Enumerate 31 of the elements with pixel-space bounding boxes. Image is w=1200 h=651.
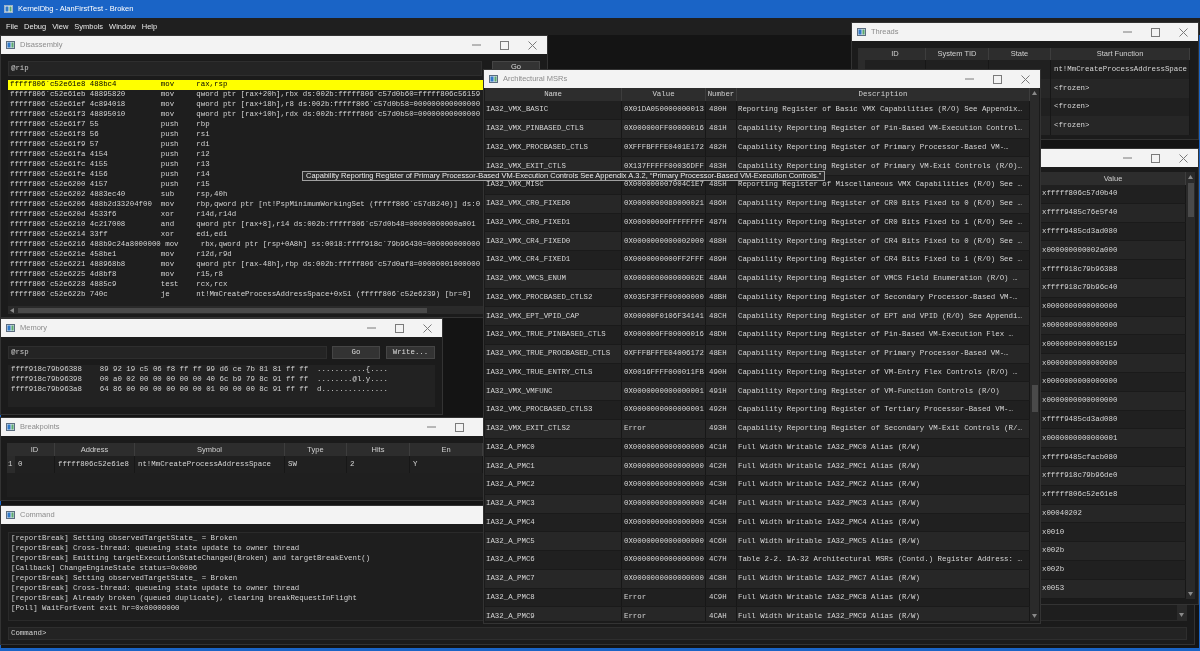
close-icon[interactable]: [1021, 74, 1030, 84]
window-icon: [6, 423, 15, 431]
maximize-icon[interactable]: [500, 40, 509, 50]
maximize-icon[interactable]: [455, 422, 464, 432]
scrollbar-thumb[interactable]: [18, 307, 427, 313]
scroll-down-icon[interactable]: [1032, 614, 1037, 618]
app-icon: [4, 5, 13, 13]
window-icon: [6, 324, 15, 332]
window-icon: [489, 75, 498, 83]
scroll-down-icon[interactable]: [1179, 613, 1184, 617]
scrollbar-thumb[interactable]: [1187, 183, 1194, 217]
maximize-icon[interactable]: [395, 323, 404, 333]
window-icon: [857, 28, 866, 36]
scroll-left-icon[interactable]: [10, 307, 14, 313]
vertical-scrollbar[interactable]: [1177, 605, 1186, 620]
scroll-down-icon[interactable]: [1188, 592, 1193, 596]
maximize-icon[interactable]: [1151, 153, 1160, 163]
close-icon[interactable]: [1179, 27, 1188, 37]
vertical-scrollbar[interactable]: [1030, 88, 1039, 621]
scrollbar-thumb[interactable]: [1031, 385, 1038, 412]
close-icon[interactable]: [528, 40, 537, 50]
scroll-up-icon[interactable]: [1188, 175, 1193, 179]
scroll-up-icon[interactable]: [1032, 91, 1037, 95]
close-icon[interactable]: [423, 323, 432, 333]
horizontal-scrollbar[interactable]: [8, 306, 483, 314]
vertical-scrollbar[interactable]: [1186, 172, 1195, 599]
close-icon[interactable]: [1179, 153, 1188, 163]
maximize-icon[interactable]: [1151, 27, 1160, 37]
maximize-icon[interactable]: [993, 74, 1002, 84]
window-icon: [6, 41, 15, 49]
window-icon: [6, 511, 15, 519]
